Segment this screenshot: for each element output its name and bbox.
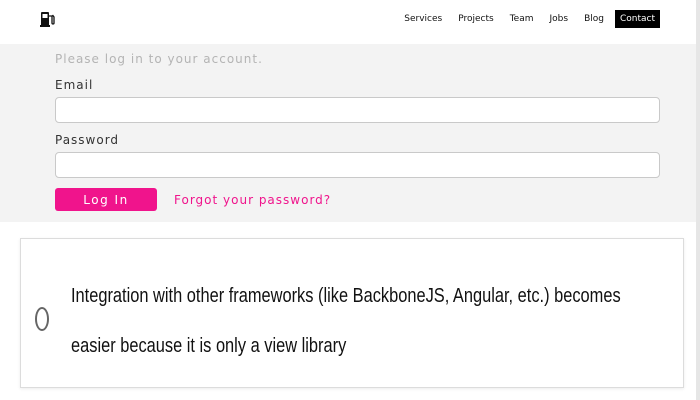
forgot-password-link[interactable]: Forgot your password? (174, 193, 331, 207)
password-field[interactable] (55, 152, 660, 178)
login-button[interactable]: Log In (55, 188, 157, 211)
top-nav-bar: Services Projects Team Jobs Blog Contact (0, 0, 700, 44)
email-field[interactable] (55, 97, 660, 123)
nav-team[interactable]: Team (502, 10, 542, 28)
quiz-option-text: Integration with other frameworks (like … (71, 285, 621, 357)
login-intro-text: Please log in to your account. (55, 52, 263, 66)
nav-jobs[interactable]: Jobs (542, 10, 577, 28)
email-label: Email (55, 78, 94, 92)
fuel-pump-icon[interactable] (40, 10, 56, 28)
password-label: Password (55, 133, 120, 147)
main-nav: Services Projects Team Jobs Blog Contact (396, 10, 660, 28)
login-panel: Please log in to your account. Email Pas… (0, 44, 700, 222)
scrollbar-track[interactable] (696, 0, 700, 400)
nav-contact[interactable]: Contact (614, 10, 660, 28)
nav-blog[interactable]: Blog (576, 10, 612, 28)
nav-projects[interactable]: Projects (450, 10, 501, 28)
quiz-option-card[interactable]: Integration with other frameworks (like … (20, 238, 684, 388)
nav-services[interactable]: Services (396, 10, 450, 28)
option-radio-button[interactable] (35, 307, 49, 331)
